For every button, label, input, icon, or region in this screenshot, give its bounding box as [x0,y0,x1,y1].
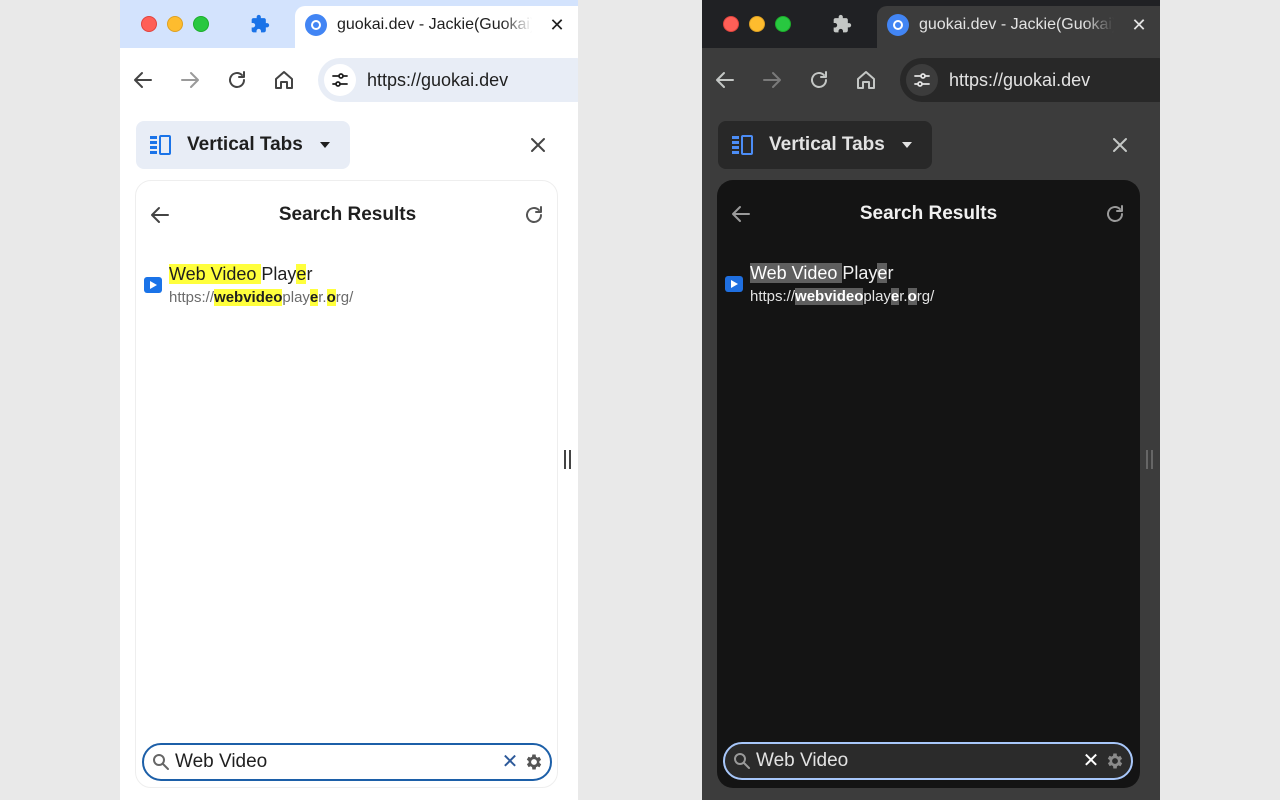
minimize-window-button[interactable] [167,16,183,32]
text-segment: play [863,288,891,305]
address-bar[interactable]: https://guokai.dev [318,58,578,102]
search-results-title: Search Results [278,204,417,225]
toolbar: https://guokai.dev [120,48,578,112]
caret-down-icon [320,142,330,148]
text-segment: https:// [169,289,215,306]
site-favicon [887,14,909,36]
video-favicon [144,277,162,293]
clear-search-button[interactable]: ✕ [1081,751,1101,771]
text-segment: r [306,264,313,284]
result-url: https://webvideoplayer.org/ [169,288,353,308]
match-highlight: e [890,288,900,305]
search-result-item[interactable]: Web Video Player https://webvideoplayer.… [144,263,544,309]
text-segment: rg/ [335,289,354,306]
text-segment: play [282,289,310,306]
result-title: Web Video Player [169,263,312,285]
maximize-window-button[interactable] [775,16,791,32]
panel-selector-label: Vertical Tabs [187,134,303,155]
match-highlight: Web Video [169,264,262,284]
text-segment: Play [261,264,297,284]
side-panel-content: Search Results Web Video Player https://… [717,180,1140,788]
text-segment: r. [899,288,908,305]
tab-close-button[interactable]: ✕ [1129,14,1149,36]
tab-close-button[interactable]: ✕ [547,14,567,36]
site-settings-icon[interactable] [906,64,938,96]
tab-strip: guokai.dev - Jackie(Guokai) Han ✕ [702,0,1160,48]
search-input-value[interactable]: Web Video [175,751,267,773]
close-window-button[interactable] [141,16,157,32]
panel-resize-handle[interactable] [1146,450,1154,469]
panel-resize-handle[interactable] [564,450,572,469]
search-input[interactable]: Web Video ✕ [723,742,1133,780]
clear-search-button[interactable]: ✕ [500,752,520,772]
minimize-window-button[interactable] [749,16,765,32]
text-segment: https:// [750,288,796,305]
reload-icon[interactable] [807,68,831,92]
back-icon[interactable] [131,68,155,92]
reload-icon[interactable] [1103,202,1127,226]
puzzle-icon[interactable] [832,14,852,34]
home-icon[interactable] [854,68,878,92]
search-result-item[interactable]: Web Video Player https://webvideoplayer.… [725,262,1125,308]
search-input[interactable]: Web Video ✕ [142,743,552,781]
match-highlight: e [296,264,307,284]
text-segment: r. [318,289,327,306]
home-icon[interactable] [272,68,296,92]
reload-icon[interactable] [225,68,249,92]
url-text[interactable]: https://guokai.dev [949,69,1090,91]
text-segment: Play [842,263,878,283]
active-tab[interactable]: guokai.dev - Jackie(Guokai) Han ✕ [295,6,578,48]
forward-icon[interactable] [760,68,784,92]
gear-icon[interactable] [524,752,544,772]
active-tab[interactable]: guokai.dev - Jackie(Guokai) Han ✕ [877,6,1160,48]
gear-icon[interactable] [1105,751,1125,771]
search-icon [733,752,751,770]
text-segment: rg/ [916,288,935,305]
tab-strip: guokai.dev - Jackie(Guokai) Han ✕ [120,0,578,48]
match-highlight: e [309,289,319,306]
text-segment: r [887,263,894,283]
toolbar: https://guokai.dev [702,48,1160,112]
match-highlight: webvideo [214,289,283,306]
puzzle-icon[interactable] [250,14,270,34]
site-settings-icon[interactable] [324,64,356,96]
match-highlight: e [877,263,888,283]
video-favicon [725,276,743,292]
back-icon[interactable] [713,68,737,92]
light-theme-window: guokai.dev - Jackie(Guokai) Han ✕ https:… [120,0,578,800]
match-highlight: Web Video [750,263,843,283]
vertical-tabs-icon [732,135,754,155]
site-favicon [305,14,327,36]
url-text[interactable]: https://guokai.dev [367,69,508,91]
result-title: Web Video Player [750,262,893,284]
reload-icon[interactable] [522,203,546,227]
caret-down-icon [902,142,912,148]
close-window-button[interactable] [723,16,739,32]
vertical-tabs-icon [150,135,172,155]
match-highlight: o [326,289,336,306]
panel-selector-dropdown[interactable]: Vertical Tabs [136,121,350,169]
match-highlight: o [907,288,917,305]
forward-icon[interactable] [178,68,202,92]
address-bar[interactable]: https://guokai.dev [900,58,1160,102]
search-results-title: Search Results [859,203,998,224]
search-input-value[interactable]: Web Video [756,750,848,772]
maximize-window-button[interactable] [193,16,209,32]
panel-selector-label: Vertical Tabs [769,134,885,155]
side-panel-content: Search Results Web Video Player https://… [135,180,558,788]
match-highlight: webvideo [795,288,864,305]
panel-selector-dropdown[interactable]: Vertical Tabs [718,121,932,169]
close-icon[interactable] [1108,133,1132,157]
dark-theme-window: guokai.dev - Jackie(Guokai) Han ✕ https:… [702,0,1160,800]
close-icon[interactable] [526,133,550,157]
search-icon [152,753,170,771]
result-url: https://webvideoplayer.org/ [750,287,934,307]
